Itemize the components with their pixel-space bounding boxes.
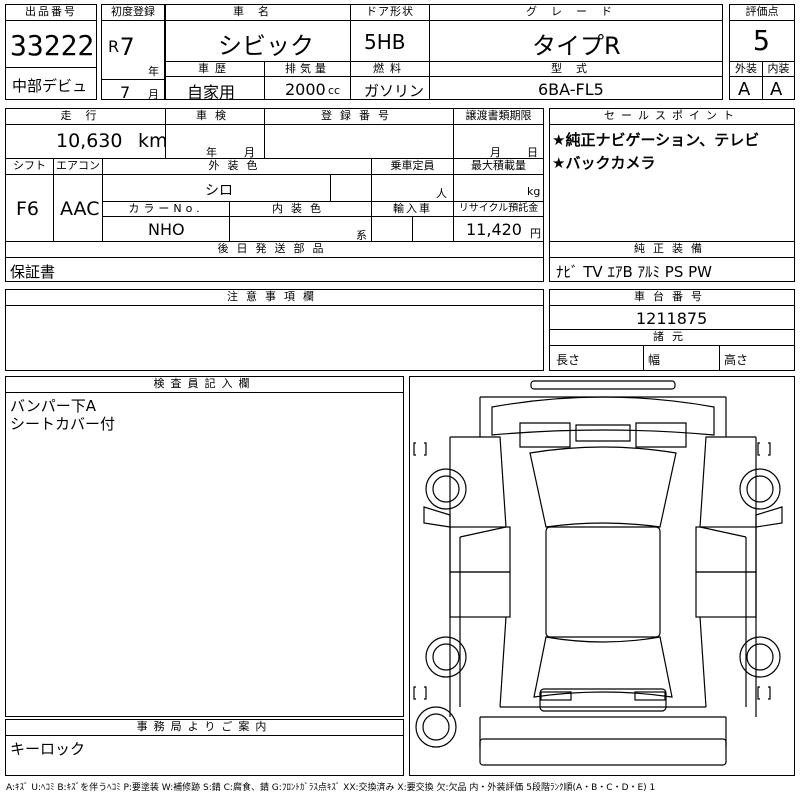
reg-no-label: 登録番号 <box>264 108 454 125</box>
recycle-unit: 円 <box>530 227 541 240</box>
ac: AAC <box>60 198 100 220</box>
dims-width: 幅 <box>648 353 661 367</box>
lot-label: 出品番号 <box>5 4 97 21</box>
history: 自家用 <box>187 83 236 102</box>
genuine-equipment: ﾅﾋﾞ TV ｴｱB ｱﾙﾐ PS PW <box>556 263 712 281</box>
int-color-label: 内装色 <box>229 201 372 217</box>
grade-label: グレード <box>429 4 723 21</box>
inspection-label: 車検 <box>165 108 265 125</box>
notes-label: 注意事項欄 <box>5 289 544 306</box>
first-reg-box: 初度登録 R 7 年 7 月 <box>101 4 165 102</box>
first-reg-label: 初度登録 <box>101 4 165 21</box>
dims-label: 諸元 <box>549 329 795 346</box>
max-load-unit: kg <box>527 185 541 198</box>
inspector-line: シートカバー付 <box>10 415 116 433</box>
dims-height: 高さ <box>724 353 749 367</box>
color-no: NHO <box>148 220 185 239</box>
inspector-label: 検査員記入欄 <box>5 376 404 393</box>
door-label: ドア形状 <box>350 4 430 21</box>
capacity-label: 乗車定員 <box>371 158 454 175</box>
dims-length: 長さ <box>556 353 581 367</box>
displacement-unit: cc <box>328 84 341 97</box>
import-label: 輸入車 <box>371 201 454 217</box>
lot-box: 出品番号 33222 中部デビュ <box>5 4 97 100</box>
car-name: シビック <box>218 32 314 60</box>
grade: タイプR <box>532 32 621 60</box>
ac-label: エアコン <box>53 158 103 175</box>
sales-point-item: ★純正ナビゲーション、テレビ <box>552 131 760 149</box>
car-name-label: 車名 <box>165 4 351 21</box>
first-reg-year: 7 <box>120 33 135 61</box>
auction-venue: 中部デビュ <box>12 77 88 95</box>
transfer-label: 譲渡書類期限 <box>453 108 544 125</box>
notes-area <box>5 305 544 371</box>
first-reg-year-unit: 年 <box>148 65 159 78</box>
first-reg-era: R <box>108 37 120 56</box>
capacity-unit: 人 <box>436 187 447 200</box>
car-diagram <box>409 376 795 776</box>
later-parts: 保証書 <box>10 263 56 281</box>
score-value: 5 <box>753 24 770 57</box>
score-ext: A <box>738 79 751 100</box>
score-ext-label: 外装 <box>729 61 763 77</box>
chassis-number: 1211875 <box>636 309 708 328</box>
shift: F6 <box>16 198 40 220</box>
fuel-label: 燃料 <box>350 61 430 77</box>
chassis-label: 車台番号 <box>549 289 795 306</box>
genuine-label: 純正装備 <box>549 241 795 258</box>
displacement: 2000 <box>285 80 326 99</box>
score-int: A <box>770 79 783 100</box>
office-label: 事務局よりご案内 <box>5 719 404 736</box>
sales-points-label: セールスポイント <box>549 108 795 125</box>
sales-point-item: ★バックカメラ <box>552 154 656 172</box>
first-reg-month-unit: 月 <box>148 88 159 101</box>
mileage: 10,630 <box>56 130 123 152</box>
recycle-fee: 11,420 <box>466 220 522 239</box>
model-label: 型式 <box>429 61 723 77</box>
car-outline-diagram <box>413 380 783 766</box>
displacement-label: 排気量 <box>264 61 351 77</box>
lot-number: 33222 <box>10 29 95 62</box>
ext-color: シロ <box>205 183 233 199</box>
damage-legend: A:ｷｽﾞ U:ﾍｺﾐ B:ｷｽﾞを伴うﾍｺﾐ P:要塗装 W:補修跡 S:錆 … <box>6 783 656 793</box>
mileage-unit: km <box>138 130 168 152</box>
office-notice: キーロック <box>10 740 86 758</box>
color-no-label: カラーNo. <box>102 201 230 217</box>
score-label: 評価点 <box>729 4 795 21</box>
mileage-label: 走行 <box>5 108 166 125</box>
recycle-label: リサイクル預託金 <box>453 201 544 217</box>
first-reg-month: 7 <box>120 83 131 102</box>
fuel: ガソリン <box>364 82 425 100</box>
score-int-label: 内装 <box>762 61 795 77</box>
max-load-label: 最大積載量 <box>453 158 544 175</box>
shift-label: シフト <box>5 158 54 175</box>
door-type: 5HB <box>364 30 406 54</box>
ext-color-label: 外装色 <box>102 158 372 175</box>
history-label: 車歴 <box>165 61 265 77</box>
later-parts-label: 後日発送部品 <box>5 241 544 258</box>
model: 6BA-FL5 <box>538 80 604 99</box>
